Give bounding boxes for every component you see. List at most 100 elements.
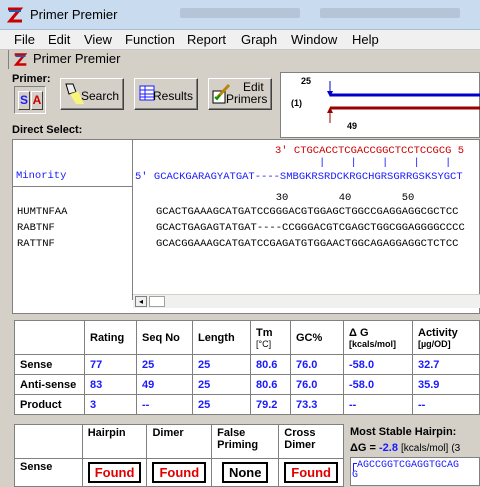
cell: 25 <box>192 374 251 395</box>
results-label: Results <box>153 89 194 103</box>
col-header: Cross <box>284 427 316 439</box>
menu-function[interactable]: Function <box>125 32 175 47</box>
seq-name[interactable]: HUMTNFAA <box>17 206 67 218</box>
search-button[interactable]: Search <box>60 78 124 110</box>
results-button[interactable]: Results <box>134 78 198 110</box>
menu-report[interactable]: Report <box>187 32 226 47</box>
cell: 35.9 <box>412 374 480 395</box>
edit-primers-button[interactable]: Edit Primers <box>208 78 272 110</box>
row-label: Sense <box>14 354 85 375</box>
sense-button[interactable]: S <box>18 91 30 110</box>
direct-select-label: Direct Select: <box>12 124 83 136</box>
seq-name[interactable]: RATTNF <box>17 238 55 250</box>
menu-view[interactable]: View <box>84 32 112 47</box>
col-header: GC% <box>290 320 344 355</box>
search-label: Search <box>81 89 120 103</box>
table-row[interactable]: Sense 77 25 25 80.6 76.0 -58.0 32.7 <box>14 354 480 375</box>
menu-window[interactable]: Window <box>291 32 337 47</box>
cell: -58.0 <box>343 374 413 395</box>
cell: 49 <box>136 374 193 395</box>
hairpin-seq: AGCCGGTCGAGGTGCAG <box>357 460 460 471</box>
cell: 77 <box>84 354 137 375</box>
results-table: Rating Seq No Length Tm [°C] GC% Δ G [kcal… <box>14 320 480 415</box>
hairpin-structure-box: AGCCGGTCGAGGTGCAG G <box>350 457 480 486</box>
col-unit: [µg/OD] <box>418 338 451 349</box>
primers-label: Primers <box>226 92 268 106</box>
menu-edit[interactable]: Edit <box>48 32 70 47</box>
child-window-title: Primer Premier <box>33 51 121 66</box>
antisense-position: 49 <box>347 121 358 131</box>
col-header: Seq No <box>136 320 193 355</box>
blurred-area <box>180 8 300 18</box>
horizontal-scrollbar[interactable]: ◂ <box>133 294 480 308</box>
false-priming-status-button[interactable]: None <box>221 462 269 483</box>
row-label: Anti-sense <box>14 374 85 395</box>
consensus-seq: 5' GCACKGARAGYATGAT----SMBGKRSRDCKRGCHGR… <box>135 171 463 183</box>
col-header: Dimer <box>146 424 213 459</box>
col-header: False <box>217 427 246 439</box>
match-ticks: | | | | | <box>319 157 452 169</box>
col-unit: [°C] <box>256 338 272 349</box>
scroll-thumb[interactable] <box>149 296 165 307</box>
col-header: Hairpin <box>81 424 148 459</box>
antisense-button[interactable]: A <box>31 91 43 110</box>
primer-position-graph[interactable]: 25 (1) 49 <box>280 72 480 138</box>
blurred-area <box>320 8 460 18</box>
panel-divider <box>13 186 132 187</box>
cell: 76.0 <box>290 374 344 395</box>
col-header-cell: Δ G [kcals/mol] <box>343 320 413 355</box>
seq-data: GCACTGAAAGCATGATCCGGGACGTGGAGCTGGCCGAGGA… <box>156 206 459 218</box>
dg-prefix: ΔG = <box>350 442 379 454</box>
cell: 83 <box>84 374 137 395</box>
cell: -- <box>136 394 193 415</box>
hairpin-panel: Most Stable Hairpin: ΔG = -2.8 [kcals/mo… <box>346 424 480 486</box>
cell: Found <box>81 458 148 487</box>
sense-position: 25 <box>301 76 312 86</box>
cell: 80.6 <box>250 374 291 395</box>
table-row[interactable]: Sense Found Found None Found <box>14 458 344 487</box>
hairpin-status-button[interactable]: Found <box>87 462 142 483</box>
hairpin-title: Most Stable Hairpin: <box>350 426 457 438</box>
col-header-cell: Cross Dimer <box>278 424 344 459</box>
table-row[interactable]: Anti-sense 83 49 25 80.6 76.0 -58.0 35.9 <box>14 374 480 395</box>
cell: 79.2 <box>250 394 291 415</box>
row-label: Sense <box>14 458 83 487</box>
dg-suffix: (3 <box>451 443 461 454</box>
window-title: Primer Premier <box>30 7 118 22</box>
col-header: Δ G <box>349 326 369 339</box>
cell: 25 <box>192 394 251 415</box>
consensus-label: Minority <box>16 170 67 182</box>
row-label: Product <box>14 394 85 415</box>
col-header-cell: False Priming <box>211 424 280 459</box>
seq-name[interactable]: RABTNF <box>17 222 55 234</box>
cell: 25 <box>136 354 193 375</box>
dimer-status-button[interactable]: Found <box>152 462 207 483</box>
menu-file[interactable]: File <box>14 32 35 47</box>
secondary-structure-table: Hairpin Dimer False Priming Cross Dimer Se… <box>14 424 344 487</box>
cell: Found <box>146 458 213 487</box>
hairpin-dg-line: ΔG = -2.8 [kcals/mol] (3 <box>350 442 460 454</box>
hairpin-loop-base: G <box>352 470 359 481</box>
table-row[interactable]: Product 3 -- 25 79.2 73.3 -- -- <box>14 394 480 415</box>
col-header: Tm <box>256 326 273 339</box>
sequence-alignment-panel: 3' CTGCACCTCGACCGGCTCCTCCGCG 5 | | | | |… <box>12 139 480 314</box>
menu-graph[interactable]: Graph <box>241 32 277 47</box>
seq-data: GCACGGAAAGCATGATCCGAGATGTGGAACTGGCAGAGGA… <box>156 238 459 250</box>
cell: -- <box>412 394 480 415</box>
cell: None <box>211 458 280 487</box>
scroll-left-arrow-icon[interactable]: ◂ <box>135 296 147 307</box>
seq-data: GCACTGAGAGTATGAT----CCGGGACGTCGAGCTGGCGG… <box>156 222 465 234</box>
cell: 32.7 <box>412 354 480 375</box>
antisense-primer-seq: 3' CTGCACCTCGACCGGCTCCTCCGCG 5 <box>275 145 465 157</box>
dg-value: -2.8 <box>379 442 398 454</box>
cross-dimer-status-button[interactable]: Found <box>284 462 338 483</box>
col-header: Rating <box>84 320 137 355</box>
panel-divider <box>132 140 133 300</box>
menu-help[interactable]: Help <box>352 32 379 47</box>
col-header-cell: Activity [µg/OD] <box>412 320 480 355</box>
col-unit: [kcals/mol] <box>349 338 397 349</box>
primer-toggle-group: S A <box>14 86 46 114</box>
dg-unit: [kcals/mol] <box>401 443 449 454</box>
col-header: Dimer <box>284 439 316 451</box>
cell: 3 <box>84 394 137 415</box>
